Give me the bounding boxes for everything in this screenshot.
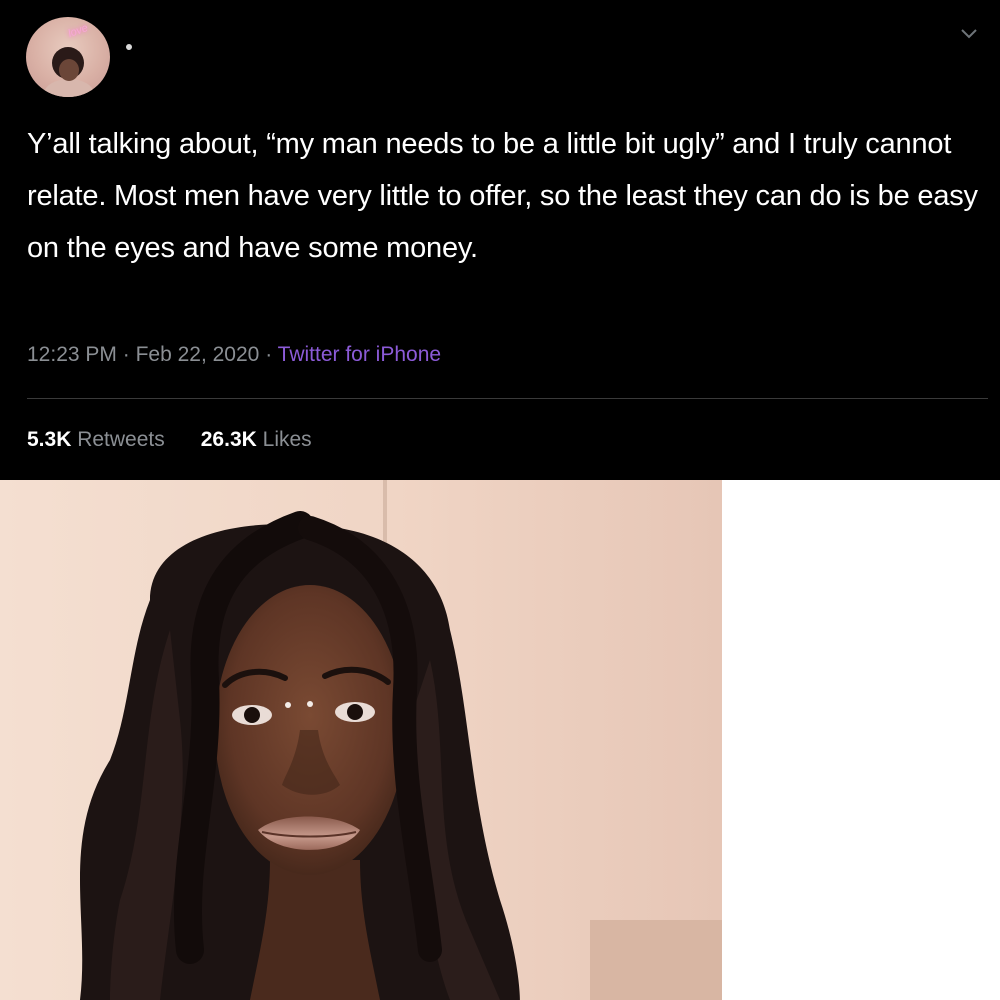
divider <box>27 398 988 399</box>
likes-label: Likes <box>262 428 312 451</box>
tweet-meta: 12:23 PM · Feb 22, 2020 · Twitter for iP… <box>27 343 441 367</box>
tweet-text: Y’all talking about, “my man needs to be… <box>27 128 978 264</box>
likes-count: 26.3K <box>200 428 257 451</box>
retweets-count: 5.3K <box>27 428 72 451</box>
avatar[interactable]: love <box>26 17 110 97</box>
likes-stat[interactable]: 26.3K Likes <box>201 428 312 451</box>
tweet-source-link[interactable]: Twitter for iPhone <box>278 343 441 366</box>
retweets-label: Retweets <box>77 428 165 451</box>
meta-separator: · <box>265 343 273 366</box>
avatar-neon-sign: love <box>66 21 90 41</box>
avatar-shoulders <box>44 79 94 97</box>
selfie-photo <box>0 480 722 1000</box>
retweets-stat[interactable]: 5.3K Retweets <box>27 428 165 451</box>
meta-separator: · <box>122 343 130 366</box>
tweet-date: Feb 22, 2020 <box>135 343 260 366</box>
avatar-face <box>59 59 79 81</box>
chevron-down-icon[interactable] <box>960 26 978 40</box>
tweet-stats: 5.3K Retweets 26.3K Likes <box>27 428 312 452</box>
selfie-illustration <box>0 480 722 1000</box>
username-redacted <box>126 44 132 50</box>
tweet-card: love Y’all talking about, “my man needs … <box>0 0 1000 480</box>
tweet-time: 12:23 PM <box>27 343 117 366</box>
